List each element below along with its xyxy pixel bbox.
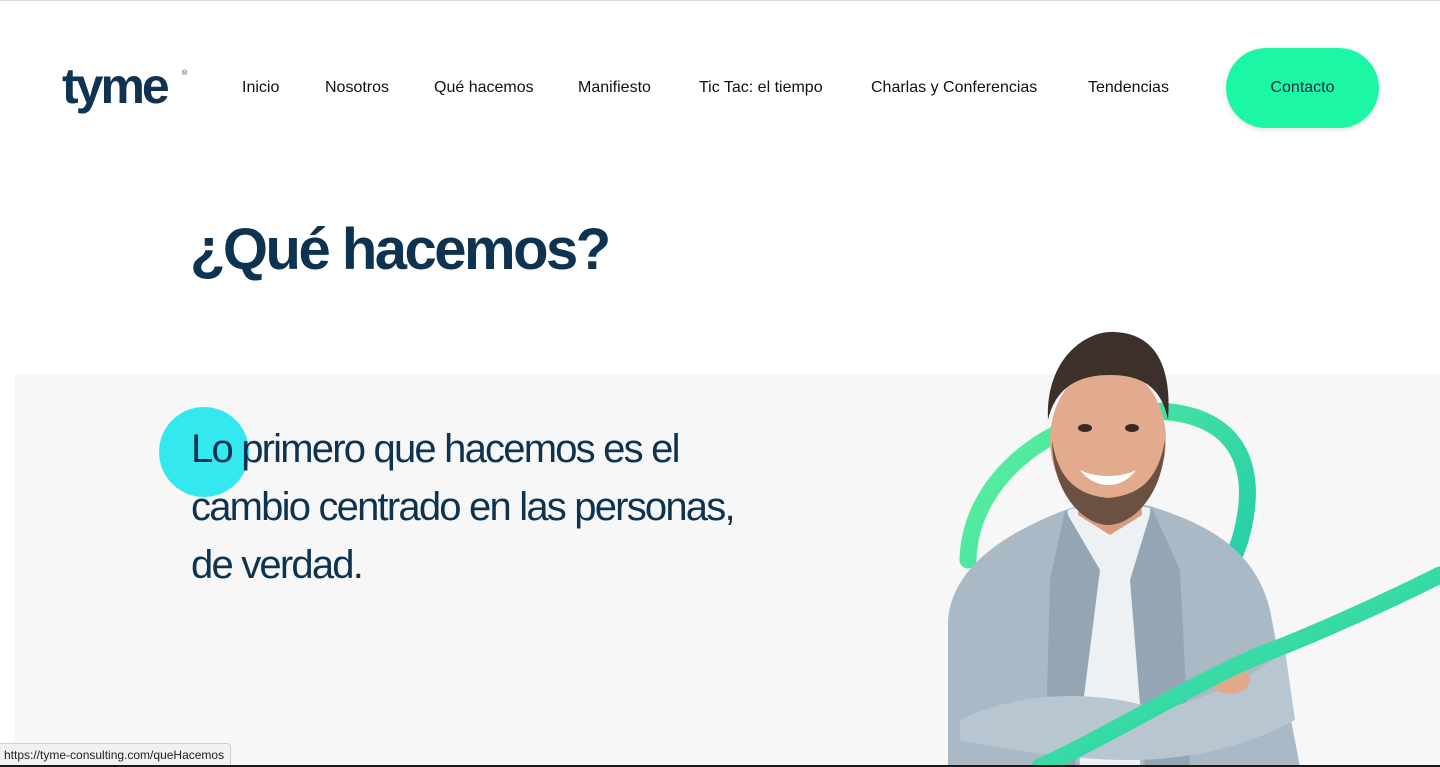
page-title: ¿Qué hacemos? — [190, 217, 611, 282]
nav-item-manifiesto[interactable]: Manifiesto — [578, 76, 651, 100]
hero-statement: Lo primero que hacemos es el cambio cent… — [191, 427, 736, 587]
man-eye-right — [1125, 424, 1139, 432]
nav-item-inicio[interactable]: Inicio — [242, 76, 279, 100]
nav-item-nosotros[interactable]: Nosotros — [325, 76, 389, 100]
top-divider — [0, 0, 1440, 1]
status-bar-url: https://tyme-consulting.com/queHacemos — [0, 743, 232, 767]
nav-item-que-hacemos[interactable]: Qué hacemos — [434, 76, 534, 100]
hero-image — [948, 331, 1440, 767]
page: tyme ® Inicio Nosotros Qué hacemos Manif… — [0, 0, 1440, 767]
man-eye-left — [1078, 424, 1092, 432]
nav-item-tic-tac[interactable]: Tic Tac: el tiempo — [699, 76, 823, 100]
nav-item-charlas[interactable]: Charlas y Conferencias — [871, 76, 1037, 100]
main-nav: Inicio Nosotros Qué hacemos Manifiesto T… — [0, 76, 1440, 100]
nav-item-tendencias[interactable]: Tendencias — [1088, 76, 1169, 100]
contact-button[interactable]: Contacto — [1226, 48, 1379, 128]
